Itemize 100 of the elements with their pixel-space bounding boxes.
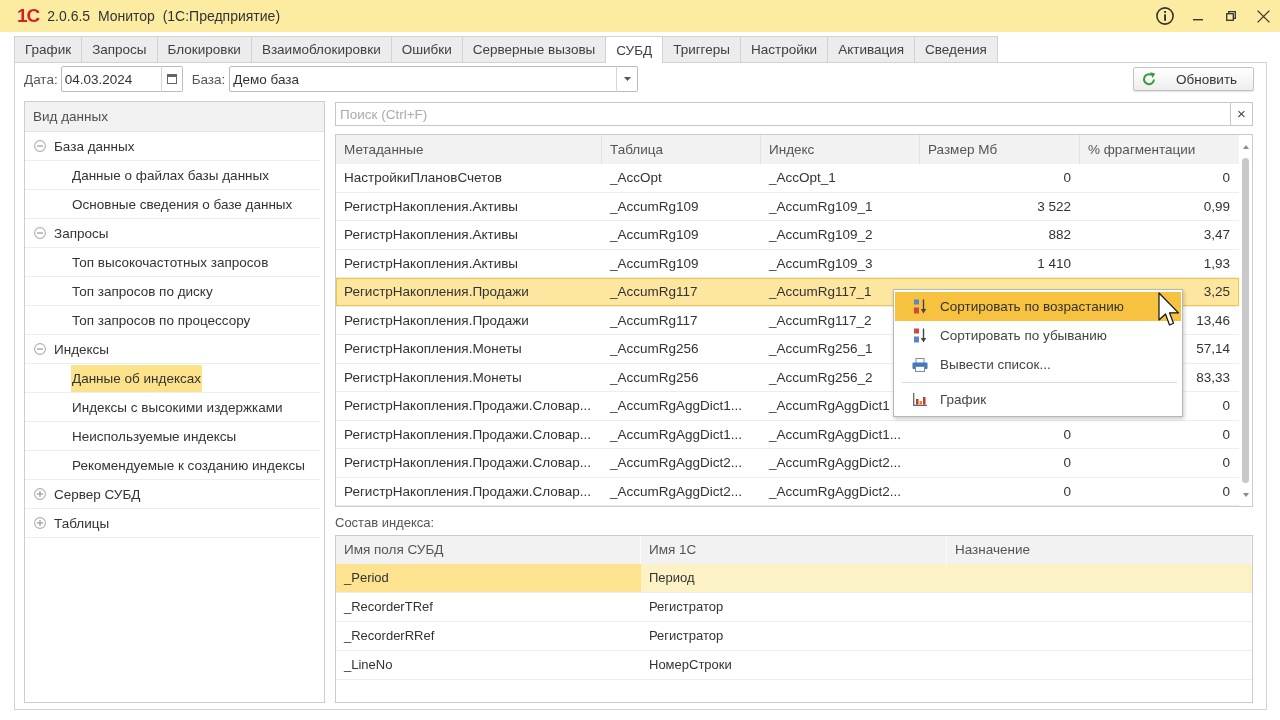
- table-cell-text: 3,25: [1202, 284, 1231, 300]
- table-row[interactable]: РегистрНакопления.Активы _AccumRg109 _AccumRg109_2 882 3,47: [336, 221, 1239, 250]
- tree-item[interactable]: Данные о файлах базы данных: [71, 161, 270, 189]
- tree-item[interactable]: Топ запросов по диску: [71, 277, 214, 305]
- refresh-button[interactable]: Обновить: [1133, 67, 1254, 91]
- tree-item[interactable]: Сервер СУБД: [53, 480, 142, 508]
- tab[interactable]: График: [14, 36, 83, 62]
- field-label: Дата:: [24, 71, 58, 87]
- table-cell-text: РегистрНакопления.Продажи.Словар...: [343, 398, 593, 414]
- table-cell-text: _AccumRg109_2: [767, 227, 874, 243]
- table-cell-text: _AccumRg256_1: [767, 341, 874, 357]
- tab[interactable]: Настройки: [739, 36, 829, 62]
- sort-ascending-icon: [912, 299, 928, 314]
- table-row[interactable]: РегистрНакопления.Продажи.Словар... _AccumRgAggDict1... _AccumRgAggDict1... 0 0: [336, 420, 1239, 449]
- table-row[interactable]: _Period Период: [336, 564, 1252, 593]
- table-cell-text: _AccumRgAggDict2...: [608, 455, 744, 471]
- table-cell-text: _AccumRgAggDict1: [767, 398, 891, 414]
- table-row[interactable]: _RecorderTRef Регистратор: [336, 593, 1252, 622]
- column-header[interactable]: Таблица: [602, 135, 761, 164]
- table-cell-text: _AccumRgAggDict2...: [608, 483, 744, 499]
- table-cell-text: 1,93: [1202, 255, 1231, 271]
- tab[interactable]: Серверные вызовы: [461, 36, 607, 62]
- table-cell-text: РегистрНакопления.Продажи: [343, 312, 530, 328]
- table-cell-text: _AccumRg256: [608, 341, 700, 357]
- collapse-icon[interactable]: [34, 140, 46, 152]
- tree-item[interactable]: Неиспользуемые индексы: [71, 422, 238, 450]
- table-cell-text: РегистрНакопления.Активы: [343, 255, 520, 271]
- tab[interactable]: Активация: [827, 36, 916, 62]
- table-row[interactable]: РегистрНакопления.Продажи.Словар... _AccumRgAggDict2... _AccumRgAggDict2... 0 0: [336, 449, 1239, 478]
- scroll-down-icon[interactable]: [1242, 492, 1249, 497]
- calendar-button[interactable]: [160, 66, 183, 92]
- tree-item[interactable]: Данные об индексах: [71, 364, 202, 392]
- date-field[interactable]: 04.03.2024: [60, 66, 162, 92]
- table-cell-text: _AccumRg109_3: [767, 255, 874, 271]
- search-field[interactable]: Поиск (Ctrl+F): [335, 102, 1231, 126]
- collapse-icon[interactable]: [34, 343, 46, 355]
- tree-item[interactable]: Индексы: [53, 335, 111, 363]
- column-header[interactable]: Размер Мб: [920, 135, 1080, 164]
- table-row[interactable]: _RecorderRRef Регистратор: [336, 622, 1252, 651]
- table-cell-text: 0,99: [1202, 198, 1231, 214]
- scroll-up-icon[interactable]: [1242, 144, 1249, 149]
- table-row[interactable]: РегистрНакопления.Активы _AccumRg109 _AccumRg109_1 3 522 0,99: [336, 192, 1239, 221]
- tab[interactable]: Триггеры: [662, 36, 741, 62]
- tree-item[interactable]: Рекомендуемые к созданию индексы: [71, 451, 306, 479]
- table-cell-text: 13,46: [1195, 312, 1231, 328]
- table-row[interactable]: _LineNo НомерСтроки: [336, 651, 1252, 680]
- info-icon: [1155, 7, 1174, 25]
- sort-descending-icon: [912, 328, 928, 343]
- table-cell: _Period: [336, 564, 641, 592]
- table-cell-text: _AccumRgAggDict1...: [767, 426, 903, 442]
- close-icon: [1257, 9, 1270, 23]
- table-cell-text: 1 410: [1036, 255, 1072, 271]
- column-header[interactable]: % фрагментации: [1080, 135, 1239, 164]
- table-cell-text: _AccumRg109: [608, 255, 700, 271]
- tab[interactable]: Сведения: [914, 36, 998, 62]
- table-cell-text: _AccumRg256_2: [767, 369, 874, 385]
- table-row[interactable]: НастройкиПлановСчетов _AccOpt _AccOpt_1 0 0: [336, 164, 1239, 193]
- dropdown-button[interactable]: [616, 66, 639, 92]
- table-cell-text: 3 522: [1036, 198, 1072, 214]
- table-cell-text: 0: [1062, 455, 1072, 471]
- expand-icon[interactable]: [34, 517, 46, 529]
- tab[interactable]: СУБД: [605, 36, 664, 63]
- column-header[interactable]: Метаданные: [336, 135, 602, 164]
- tab[interactable]: Взаимоблокировки: [250, 36, 392, 62]
- menu-item[interactable]: Сортировать по возрастанию: [895, 292, 1181, 321]
- scrollbar-thumb[interactable]: [1242, 158, 1249, 483]
- table-cell-text: НомерСтроки: [648, 656, 733, 674]
- table-cell-text: _RecorderRRef: [342, 627, 436, 645]
- mouse-pointer-icon: [1158, 292, 1180, 327]
- table-cell-text: _AccOpt_1: [767, 170, 837, 186]
- table-cell-text: РегистрНакопления.Активы: [343, 227, 520, 243]
- clear-button[interactable]: ×: [1230, 102, 1253, 126]
- tab[interactable]: Ошибки: [390, 36, 463, 62]
- table-cell-text: _AccumRg256: [608, 369, 700, 385]
- column-header[interactable]: Индекс: [761, 135, 920, 164]
- table-cell-text: НастройкиПлановСчетов: [343, 170, 503, 186]
- tree-item[interactable]: Таблицы: [53, 509, 111, 537]
- tree-item[interactable]: Топ высокочастотных запросов: [71, 248, 270, 276]
- table-cell-text: РегистрНакопления.Продажи.Словар...: [343, 483, 593, 499]
- tab[interactable]: Запросы: [81, 36, 158, 62]
- tree-item[interactable]: Запросы: [53, 219, 110, 247]
- bar-chart-icon: [912, 393, 928, 406]
- database-field[interactable]: Демо база: [229, 66, 618, 92]
- collapse-icon[interactable]: [34, 227, 46, 239]
- tree-item[interactable]: База данных: [53, 132, 136, 160]
- window-title: 2.0.6.5 Монитор (1С:Предприятие): [47, 8, 281, 24]
- table-cell-text: РегистрНакопления.Продажи.Словар...: [343, 455, 593, 471]
- table-cell-text: _RecorderTRef: [342, 598, 434, 616]
- minimize-icon: [1192, 19, 1203, 21]
- table-cell-text: _AccumRg117_1: [767, 284, 873, 300]
- table-cell-text: 57,14: [1195, 341, 1231, 357]
- tree-item[interactable]: Топ запросов по процессору: [71, 306, 252, 334]
- table-cell-text: _AccumRgAggDict2...: [767, 455, 903, 471]
- tree-item[interactable]: Основные сведения о базе данных: [71, 190, 294, 218]
- tab[interactable]: Блокировки: [156, 36, 252, 62]
- expand-icon[interactable]: [34, 488, 46, 500]
- table-row[interactable]: РегистрНакопления.Продажи.Словар... _AccumRgAggDict2... _AccumRgAggDict2... 0 0: [336, 477, 1239, 506]
- tree-item[interactable]: Индексы с высокими издержками: [71, 393, 284, 421]
- table-cell-text: 0: [1221, 455, 1231, 471]
- table-cell-text: Регистратор: [648, 627, 725, 645]
